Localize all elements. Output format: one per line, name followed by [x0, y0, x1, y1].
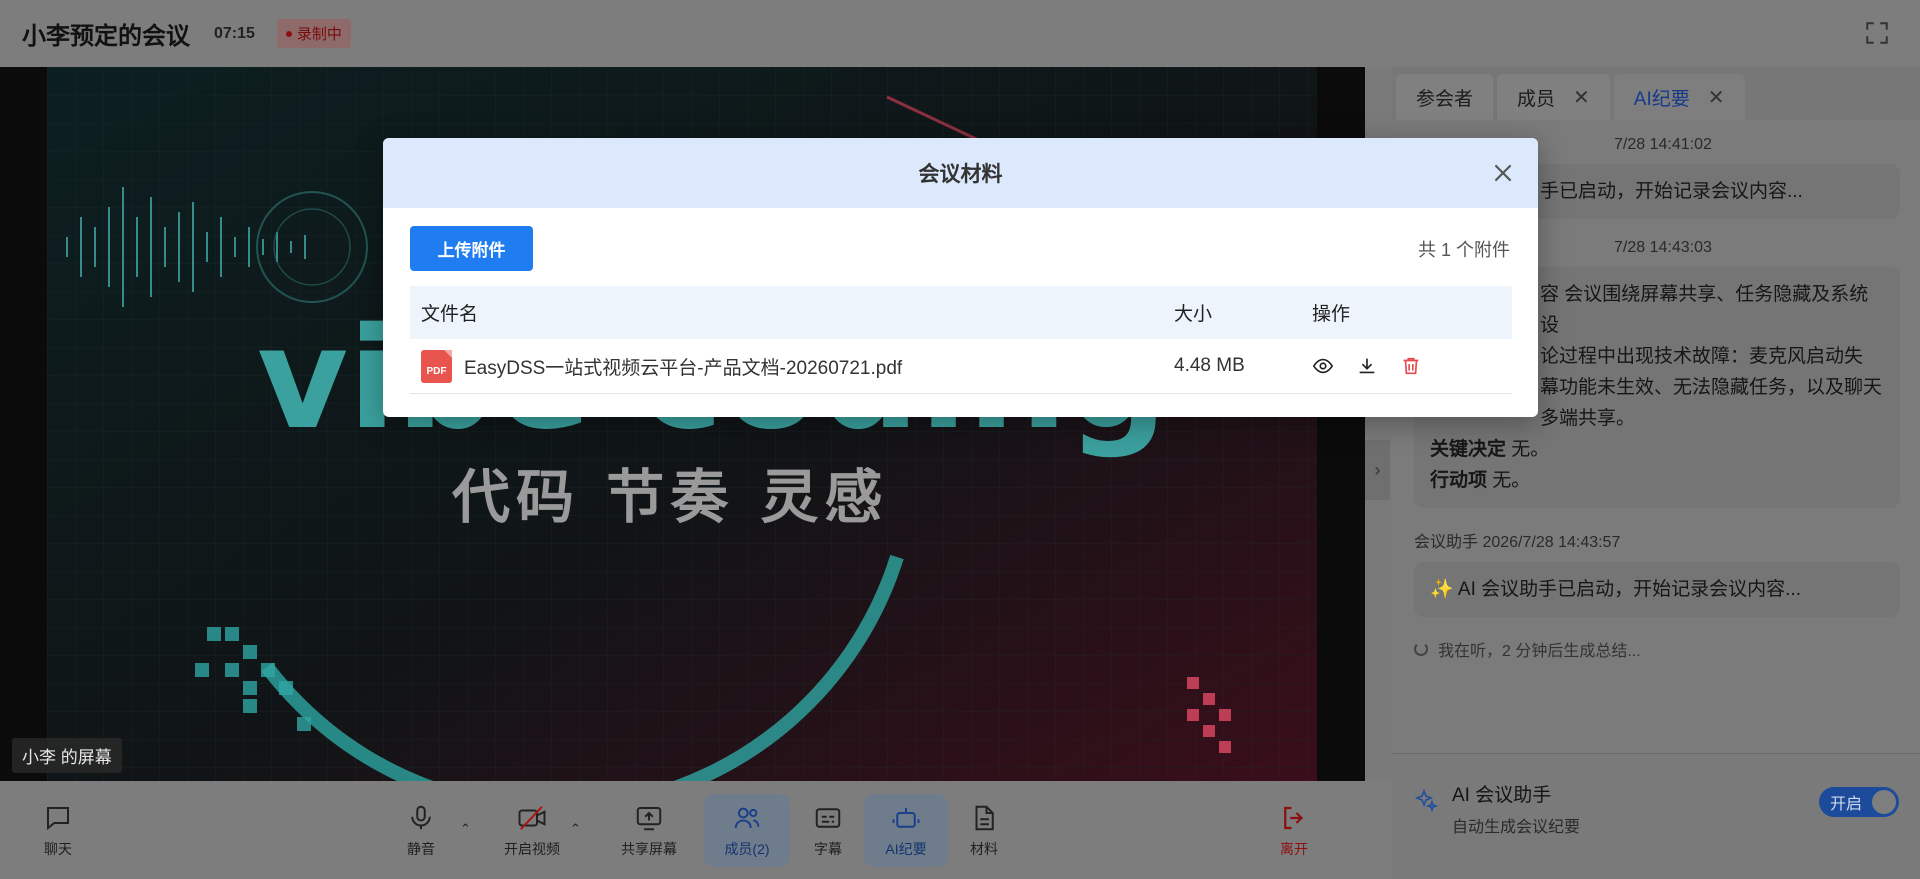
attachment-count: 共 1 个附件	[1417, 240, 1510, 260]
summary-line: 容 会议围绕屏幕共享、任务隐藏及系统设	[1540, 284, 1869, 336]
listening-status: 我在听，2 分钟后生成总结...	[1414, 637, 1900, 661]
leave-icon	[1284, 806, 1304, 829]
table-header: 文件名 大小 操作	[410, 286, 1512, 339]
tab-ai-minutes[interactable]: AI纪要 ✕	[1613, 74, 1745, 120]
fullscreen-icon[interactable]	[1864, 20, 1890, 46]
chat-icon	[47, 806, 69, 830]
meeting-title: 小李预定的会议	[22, 23, 190, 50]
panel-collapse-chevron-icon[interactable]: ›	[1365, 440, 1390, 500]
share-screen-icon	[636, 806, 662, 830]
tab-members-label: 成员	[1517, 88, 1556, 110]
video-label: 开启视频	[504, 840, 560, 857]
download-icon[interactable]	[1356, 355, 1378, 377]
panel-tabs: 参会者 成员 ✕ AI纪要 ✕	[1392, 67, 1920, 120]
ai-assistant-bar: AI 会议助手 自动生成会议纪要 开启	[1392, 753, 1920, 879]
recording-badge: 录制中	[276, 19, 351, 48]
materials-dialog: 会议材料 上传附件 共 1 个附件 文件名 大小 操作 PDF EasyDSS一…	[383, 138, 1538, 417]
column-header-size: 大小	[1174, 304, 1213, 325]
leave-label: 离开	[1280, 840, 1308, 857]
loading-spinner-icon	[1414, 642, 1428, 656]
mute-label: 静音	[407, 840, 435, 857]
meeting-timer: 07:15	[214, 24, 255, 42]
robot-icon	[892, 807, 920, 828]
chat-label: 聊天	[44, 840, 72, 857]
video-options-chevron-up-icon[interactable]: ⌃	[570, 821, 581, 837]
upload-attachment-button[interactable]: 上传附件	[410, 226, 533, 271]
mute-button[interactable]: 静音	[396, 794, 446, 867]
assistant-name: AI 会议助手	[1452, 785, 1552, 806]
summary-line: 多端共享。	[1540, 408, 1636, 429]
message-meta: 会议助手 2026/7/28 14:43:57	[1414, 534, 1621, 551]
listening-text: 我在听，2 分钟后生成总结...	[1438, 643, 1641, 660]
column-header-ops: 操作	[1312, 304, 1351, 325]
materials-label: 材料	[970, 840, 998, 857]
materials-button[interactable]: 材料	[962, 794, 1006, 867]
close-icon[interactable]: ✕	[1708, 85, 1725, 110]
action-items: 行动项 无。	[1430, 465, 1884, 496]
video-button[interactable]: 开启视频	[500, 794, 564, 867]
file-name[interactable]: EasyDSS一站式视频云平台-产品文档-20260721.pdf	[464, 353, 902, 380]
key-decisions-label: 关键决定	[1430, 439, 1507, 460]
share-screen-label: 共享屏幕	[621, 840, 677, 857]
share-screen-button[interactable]: 共享屏幕	[614, 794, 684, 867]
members-icon	[734, 807, 760, 828]
pdf-file-icon: PDF	[421, 349, 452, 383]
attachments-table: 文件名 大小 操作 PDF EasyDSS一站式视频云平台-产品文档-20260…	[410, 286, 1512, 394]
close-icon[interactable]: ✕	[1573, 85, 1590, 110]
tab-ai-minutes-label: AI纪要	[1633, 88, 1690, 110]
action-items-label: 行动项	[1430, 470, 1488, 491]
slide-subtitle: 代码 节奏 灵感	[451, 463, 888, 531]
file-size: 4.48 MB	[1174, 355, 1245, 376]
mic-options-chevron-up-icon[interactable]: ⌃	[460, 821, 471, 837]
tab-members[interactable]: 成员 ✕	[1497, 74, 1610, 120]
key-decisions: 关键决定 无。	[1430, 434, 1884, 465]
toggle-knob	[1872, 790, 1896, 814]
meeting-header: 小李预定的会议 07:15 录制中	[0, 0, 1920, 67]
file-name-cell: PDF EasyDSS一站式视频云平台-产品文档-20260721.pdf	[410, 349, 1174, 383]
document-icon	[975, 805, 994, 830]
subtitle-icon	[815, 807, 841, 828]
members-label: 成员(2)	[724, 840, 770, 857]
assistant-subtitle: 自动生成会议纪要	[1452, 819, 1581, 836]
sparkle-icon: ✨	[1430, 579, 1454, 600]
file-actions	[1312, 355, 1422, 377]
leave-button[interactable]: 离开	[1272, 794, 1316, 867]
close-icon[interactable]	[1490, 160, 1516, 186]
message-text: AI 会议助手已启动，开始记录会议内容...	[1457, 579, 1801, 600]
subtitle-label: 字幕	[814, 840, 842, 857]
subtitle-button[interactable]: 字幕	[806, 794, 850, 867]
key-decisions-value: 无。	[1511, 439, 1550, 460]
members-button[interactable]: 成员(2)	[704, 794, 790, 867]
tab-participants[interactable]: 参会者	[1396, 74, 1494, 120]
ai-sparkle-icon	[1414, 788, 1438, 812]
summary-line: 论过程中出现技术故障：麦克风启动失	[1540, 346, 1864, 367]
meeting-toolbar: 聊天 静音 ⌃ 开启视频 ⌃ 共享屏幕 成员(2) 字幕 AI纪要 材料 离开	[0, 781, 1392, 879]
screen-owner-label: 小李 的屏幕	[12, 738, 122, 773]
assistant-toggle[interactable]: 开启	[1819, 787, 1899, 817]
chat-button[interactable]: 聊天	[30, 794, 86, 867]
toggle-label: 开启	[1830, 796, 1863, 813]
dialog-title: 会议材料	[918, 163, 1003, 186]
table-row: PDF EasyDSS一站式视频云平台-产品文档-20260721.pdf 4.…	[410, 339, 1512, 394]
delete-trash-icon[interactable]	[1400, 355, 1422, 377]
recording-dot-icon	[285, 30, 292, 37]
message-bubble: ✨ AI 会议助手已启动，开始记录会议内容...	[1414, 562, 1900, 617]
column-header-name: 文件名	[421, 304, 479, 325]
ai-minutes-button[interactable]: AI纪要	[864, 794, 948, 867]
camera-off-icon	[518, 805, 546, 830]
recording-label: 录制中	[296, 26, 342, 43]
microphone-icon	[411, 805, 431, 829]
action-items-value: 无。	[1492, 470, 1531, 491]
ai-minutes-label: AI纪要	[885, 840, 927, 857]
dialog-header: 会议材料	[383, 138, 1538, 208]
tab-participants-label: 参会者	[1416, 88, 1474, 110]
preview-eye-icon[interactable]	[1312, 355, 1334, 377]
summary-line: 幕功能未生效、无法隐藏任务，以及聊天	[1540, 377, 1883, 398]
